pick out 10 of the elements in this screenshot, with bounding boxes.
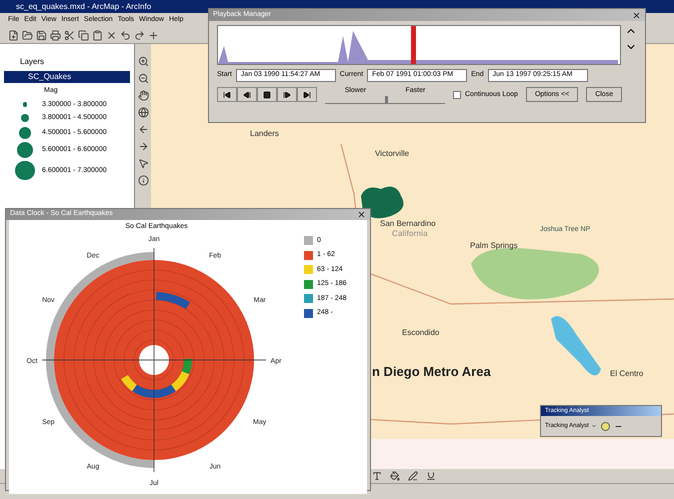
map-label: Escondido [402,327,440,339]
tree-item[interactable]: Layers [4,56,130,68]
map-label: San Bernardino [380,218,436,230]
map-label: El Centro [610,368,644,380]
map-label: California [392,228,428,240]
tree-item[interactable]: SC_Quakes [4,71,130,83]
map-label: n Diego Metro Area [372,363,491,381]
map-label: Victorville [375,148,410,160]
map-label: Palm Springs [470,240,518,252]
map-label: Landers [250,128,279,140]
